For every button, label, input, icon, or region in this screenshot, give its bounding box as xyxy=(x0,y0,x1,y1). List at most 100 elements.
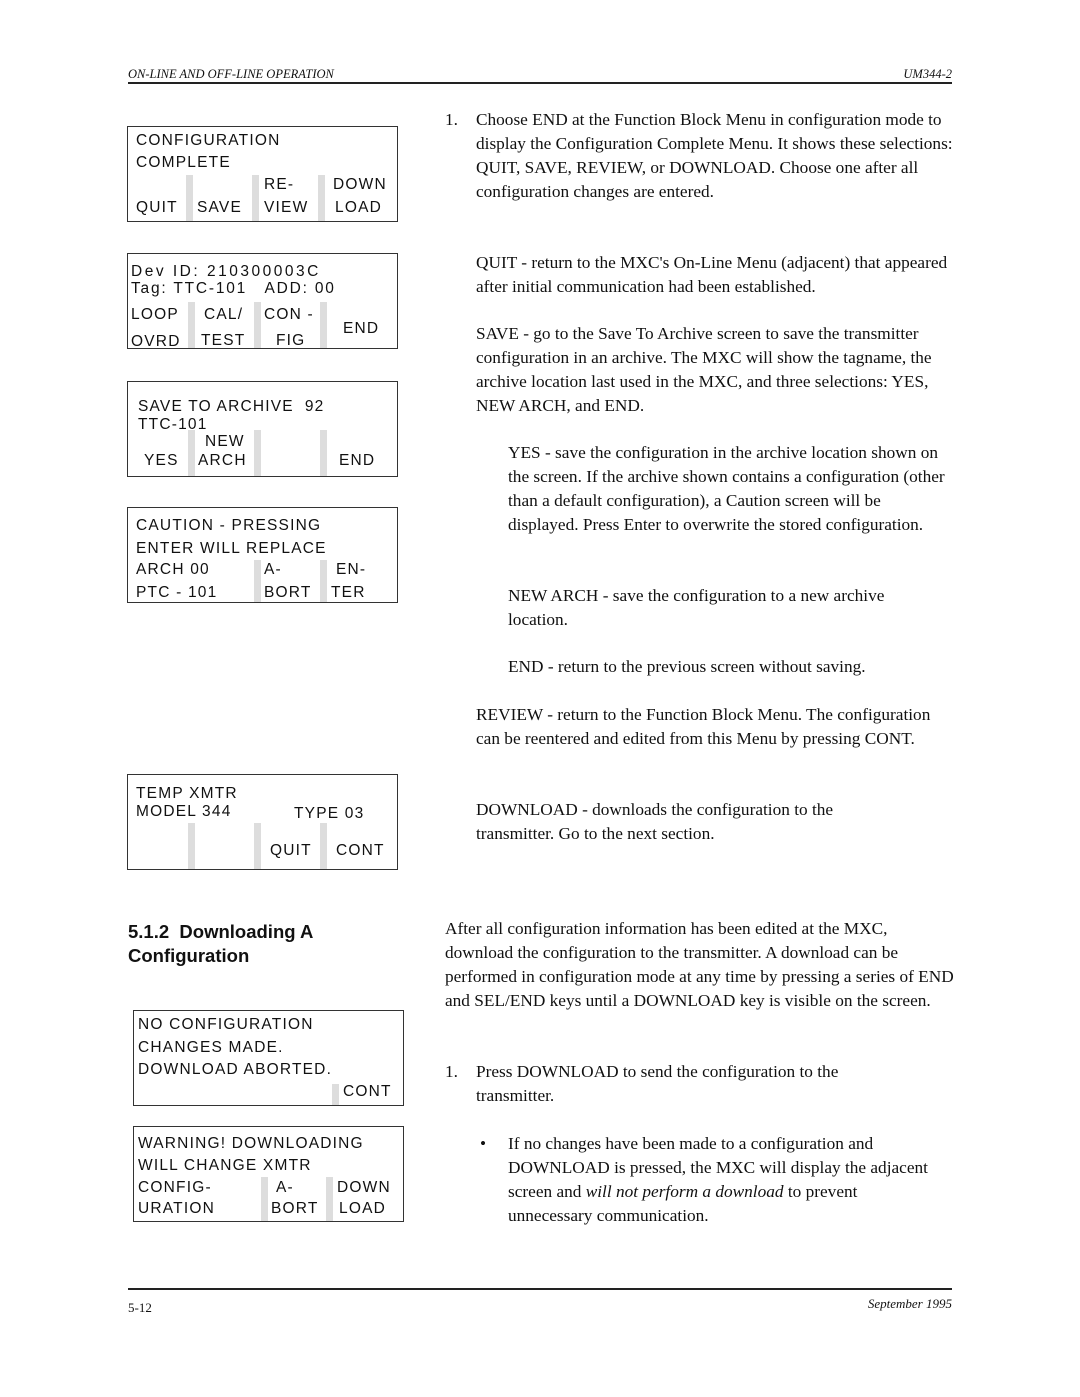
key-end[interactable]: END xyxy=(339,452,375,470)
key-abort-top[interactable]: A- xyxy=(264,561,282,579)
step-number: 1. xyxy=(445,1062,458,1081)
paragraph: REVIEW - return to the Function Block Me… xyxy=(476,705,931,748)
key-download-bottom[interactable]: LOAD xyxy=(335,199,382,217)
paragraph: NEW ARCH - save the configuration to a n… xyxy=(508,586,885,629)
key-caltest-bottom[interactable]: TEST xyxy=(201,332,245,350)
section-heading: 5.1.2 Downloading A Configuration xyxy=(128,920,313,968)
screen-line: ENTER WILL REPLACE xyxy=(136,540,327,557)
paragraph: SAVE - go to the Save To Archive screen … xyxy=(476,324,932,415)
key-quit[interactable]: QUIT xyxy=(270,842,312,860)
screen-online-menu: Dev ID: 210300003C Tag: TTC-101 ADD: 00 … xyxy=(127,253,398,351)
paragraph: Choose END at the Function Block Menu in… xyxy=(476,110,953,201)
section-heading-line: 5.1.2 Downloading A xyxy=(128,921,314,942)
section-heading-line: Configuration xyxy=(128,945,250,966)
key-caltest-top[interactable]: CAL/ xyxy=(204,306,243,324)
new-arch-description: NEW ARCH - save the configuration to a n… xyxy=(508,584,948,632)
bullet-icon: • xyxy=(480,1134,487,1153)
key-new-arch-top[interactable]: NEW xyxy=(205,433,245,451)
key-separator xyxy=(261,1177,268,1221)
key-config-bottom[interactable]: FIG xyxy=(276,332,305,350)
key-new-arch-bottom[interactable]: ARCH xyxy=(198,452,247,470)
screen-line: WARNING! DOWNLOADING xyxy=(138,1135,364,1152)
key-enter-top[interactable]: EN- xyxy=(336,561,366,579)
screen-line: CAUTION - PRESSING xyxy=(136,517,322,534)
screen-type: TYPE 03 xyxy=(294,805,365,822)
key-save[interactable]: SAVE xyxy=(197,199,242,217)
paragraph: After all configuration information has … xyxy=(445,919,954,1010)
key-separator xyxy=(188,823,195,869)
emphasis-text: will not perform a download xyxy=(585,1182,784,1201)
section-title: ON-LINE AND OFF-LINE OPERATION xyxy=(128,67,334,81)
screen-line: DOWNLOAD ABORTED. xyxy=(138,1061,333,1078)
yes-description: YES - save the configuration in the arch… xyxy=(508,441,948,537)
screen-line: TEMP XMTR xyxy=(136,785,238,802)
screen-line: MODEL 344 xyxy=(136,803,232,820)
screen-line: WILL CHANGE XMTR xyxy=(138,1157,312,1174)
screen-warning-downloading: WARNING! DOWNLOADING WILL CHANGE XMTR CO… xyxy=(133,1126,404,1222)
step-1-download: 1. Press DOWNLOAD to send the configurat… xyxy=(445,1060,915,1108)
key-cont[interactable]: CONT xyxy=(336,842,385,860)
screen-line: CONFIG- xyxy=(138,1179,212,1196)
key-separator xyxy=(320,302,327,348)
key-config-top[interactable]: CON - xyxy=(264,306,314,324)
key-review-bottom[interactable]: VIEW xyxy=(264,199,308,217)
save-description: SAVE - go to the Save To Archive screen … xyxy=(476,322,956,418)
step-1: 1. Choose END at the Function Block Menu… xyxy=(445,108,955,204)
screen-caution: CAUTION - PRESSING ENTER WILL REPLACE AR… xyxy=(127,507,398,603)
key-download-top[interactable]: DOWN xyxy=(337,1179,391,1197)
paragraph: END - return to the previous screen with… xyxy=(508,657,866,676)
key-yes[interactable]: YES xyxy=(144,452,179,470)
screen-line: Tag: TTC-101 ADD: 00 xyxy=(131,280,336,297)
paragraph: DOWNLOAD - downloads the configuration t… xyxy=(476,800,834,843)
key-loop-top[interactable]: LOOP xyxy=(131,306,179,324)
key-separator xyxy=(188,302,195,348)
page-footer: 5-12 September 1995 xyxy=(128,1288,952,1315)
document-id: UM344-2 xyxy=(903,67,952,81)
key-loop-bottom[interactable]: OVRD xyxy=(131,333,181,351)
key-download-top[interactable]: DOWN xyxy=(333,176,387,194)
screen-line: CONFIGURATION xyxy=(136,132,281,149)
key-separator xyxy=(254,823,261,869)
screen-line: URATION xyxy=(138,1200,215,1217)
key-abort-top[interactable]: A- xyxy=(276,1179,294,1197)
bullet-item: • If no changes have been made to a conf… xyxy=(476,1132,946,1228)
key-end[interactable]: END xyxy=(343,320,379,338)
key-separator xyxy=(252,175,259,221)
screen-configuration-complete: CONFIGURATION COMPLETE QUIT SAVE RE- VIE… xyxy=(127,126,398,222)
key-download-bottom[interactable]: LOAD xyxy=(339,1200,386,1218)
key-enter-bottom[interactable]: TER xyxy=(331,584,366,602)
screen-no-configuration: NO CONFIGURATION CHANGES MADE. DOWNLOAD … xyxy=(133,1010,404,1106)
paragraph: QUIT - return to the MXC's On-Line Menu … xyxy=(476,253,948,296)
step-number: 1. xyxy=(445,110,458,129)
key-abort-bottom[interactable]: BORT xyxy=(264,584,312,602)
screen-line: Dev ID: 210300003C xyxy=(131,263,321,280)
publication-date: September 1995 xyxy=(867,1296,952,1311)
download-description: DOWNLOAD - downloads the configuration t… xyxy=(476,798,896,846)
paragraph: YES - save the configuration in the arch… xyxy=(508,443,945,534)
screen-line: NO CONFIGURATION xyxy=(138,1016,314,1033)
review-description: REVIEW - return to the Function Block Me… xyxy=(476,703,956,751)
screen-line: TTC-101 xyxy=(138,416,208,433)
key-quit[interactable]: QUIT xyxy=(136,199,178,217)
key-separator xyxy=(326,1177,333,1221)
page-header: ON-LINE AND OFF-LINE OPERATION UM344-2 xyxy=(128,66,952,84)
screen-save-to-archive: SAVE TO ARCHIVE 92 TTC-101 YES NEW ARCH … xyxy=(127,381,398,477)
key-separator xyxy=(186,175,193,221)
key-abort-bottom[interactable]: BORT xyxy=(271,1200,319,1218)
screen-line: SAVE TO ARCHIVE 92 xyxy=(138,398,325,415)
key-separator xyxy=(320,823,327,869)
screen-line: CHANGES MADE. xyxy=(138,1039,284,1056)
key-cont[interactable]: CONT xyxy=(343,1083,392,1101)
screen-line: PTC - 101 xyxy=(136,584,218,601)
screen-line: ARCH 00 xyxy=(136,561,210,578)
end-description: END - return to the previous screen with… xyxy=(508,655,948,679)
paragraph: If no changes have been made to a config… xyxy=(508,1132,946,1228)
key-separator xyxy=(254,430,261,476)
key-review-top[interactable]: RE- xyxy=(264,176,294,194)
key-separator xyxy=(320,560,327,602)
key-separator xyxy=(254,560,261,602)
screen-line: COMPLETE xyxy=(136,154,231,171)
quit-description: QUIT - return to the MXC's On-Line Menu … xyxy=(476,251,956,299)
paragraph: Press DOWNLOAD to send the configuration… xyxy=(476,1062,839,1105)
key-separator xyxy=(254,302,261,348)
